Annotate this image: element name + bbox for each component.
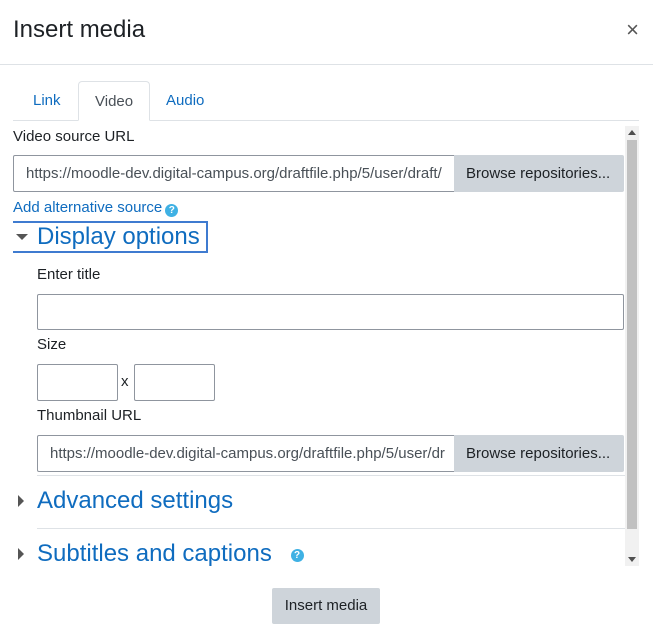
insert-media-button[interactable]: Insert media xyxy=(272,588,380,624)
dialog-title: Insert media xyxy=(13,16,146,43)
add-alternative-source-label: Add alternative source xyxy=(13,199,163,216)
subtitles-captions-title[interactable]: Subtitles and captions xyxy=(37,540,272,566)
display-options-title[interactable]: Display options xyxy=(37,223,200,251)
tab-link[interactable]: Link xyxy=(17,81,77,121)
caret-right-icon xyxy=(18,495,24,507)
scroll-down-arrow-icon[interactable] xyxy=(628,557,636,562)
scroll-up-arrow-icon[interactable] xyxy=(628,130,636,135)
size-separator: x xyxy=(121,373,129,390)
section-divider xyxy=(37,528,639,529)
size-label: Size xyxy=(37,336,67,353)
advanced-settings-title[interactable]: Advanced settings xyxy=(37,487,233,515)
video-source-label: Video source URL xyxy=(13,128,135,145)
vertical-scrollbar[interactable] xyxy=(625,126,639,566)
thumbnail-url-input[interactable]: https://moodle-dev.digital-campus.org/dr… xyxy=(37,435,455,472)
browse-repositories-button[interactable]: Browse repositories... xyxy=(454,155,624,192)
insert-media-dialog: Insert media × Link Video Audio Video so… xyxy=(0,0,653,637)
thumbnail-browse-repositories-button[interactable]: Browse repositories... xyxy=(454,435,624,472)
scrollbar-thumb[interactable] xyxy=(627,140,637,529)
enter-title-label: Enter title xyxy=(37,266,101,283)
media-tabs: Link Video Audio xyxy=(13,81,639,121)
help-icon[interactable]: ? xyxy=(290,549,304,562)
close-icon[interactable]: × xyxy=(626,17,639,43)
tab-video[interactable]: Video xyxy=(78,81,151,121)
display-options-header[interactable]: Display options xyxy=(13,222,639,252)
tab-audio[interactable]: Audio xyxy=(150,81,220,121)
caret-right-icon xyxy=(18,548,24,560)
section-divider xyxy=(37,475,639,476)
width-input[interactable] xyxy=(37,364,118,401)
help-icon[interactable]: ? xyxy=(165,204,179,217)
add-alternative-source-link[interactable]: Add alternative source? xyxy=(13,199,179,217)
dialog-footer: Insert media xyxy=(0,566,653,637)
video-panel: Video source URL https://moodle-dev.digi… xyxy=(13,122,639,566)
height-input[interactable] xyxy=(134,364,215,401)
subtitles-captions-title-wrap[interactable]: Subtitles and captions ? xyxy=(37,540,304,566)
video-source-input[interactable]: https://moodle-dev.digital-campus.org/dr… xyxy=(13,155,455,192)
subtitles-captions-header[interactable]: Subtitles and captions ? xyxy=(13,540,639,566)
thumbnail-url-label: Thumbnail URL xyxy=(37,407,142,424)
caret-down-icon xyxy=(16,234,28,240)
dialog-header: Insert media × xyxy=(0,0,653,65)
enter-title-input[interactable] xyxy=(37,294,624,330)
advanced-settings-header[interactable]: Advanced settings xyxy=(13,487,639,517)
